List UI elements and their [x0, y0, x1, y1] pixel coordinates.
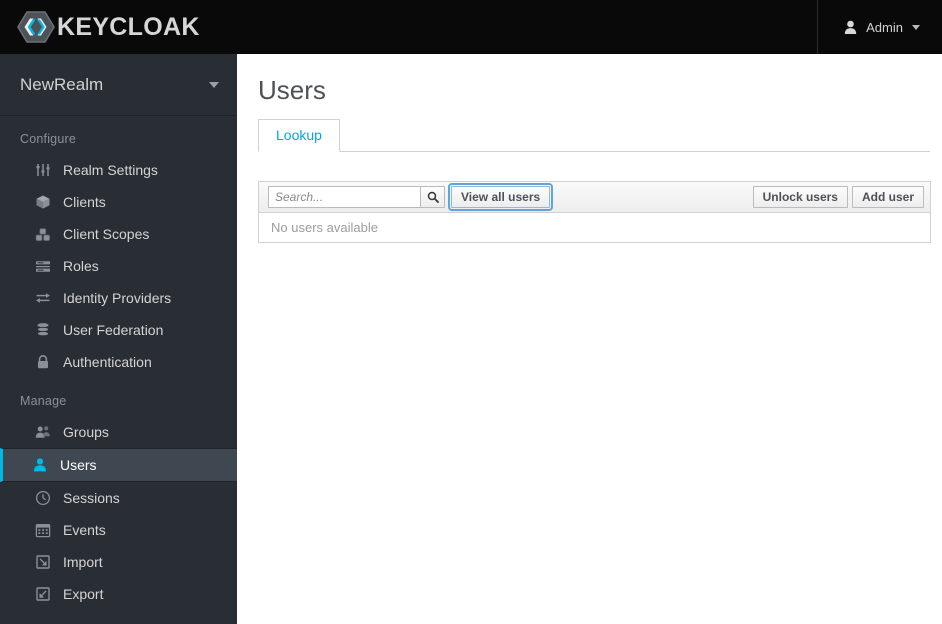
sidebar-item-client-scopes[interactable]: Client Scopes: [0, 218, 237, 250]
masthead: KEYCLOAK Admin: [0, 0, 942, 54]
sidebar-item-label: Identity Providers: [63, 290, 172, 306]
realm-selector[interactable]: NewRealm: [0, 54, 237, 116]
unlock-users-button[interactable]: Unlock users: [752, 185, 848, 208]
empty-state-message: No users available: [259, 212, 930, 242]
chevron-down-icon: [912, 24, 920, 30]
sidebar-item-users[interactable]: Users: [0, 448, 237, 482]
exchange-arrows-icon: [34, 290, 51, 307]
view-all-users-button[interactable]: View all users: [447, 182, 554, 211]
user-icon: [844, 20, 857, 34]
brand-text: KEYCLOAK: [57, 12, 200, 41]
list-rows-icon: [34, 258, 51, 275]
sidebar-item-roles[interactable]: Roles: [0, 250, 237, 282]
calendar-icon: [34, 522, 51, 539]
toolbar-right-group: Unlock users Add user: [752, 185, 924, 208]
arrow-out-of-box-icon: [34, 586, 51, 603]
realm-name: NewRealm: [20, 74, 104, 94]
sidebar-item-authentication[interactable]: Authentication: [0, 346, 237, 378]
sidebar-item-label: Groups: [63, 424, 109, 440]
sidebar-item-label: User Federation: [63, 322, 164, 338]
users-toolbar: View all users Unlock users Add user: [259, 181, 930, 213]
sidebar-item-events[interactable]: Events: [0, 514, 237, 546]
sidebar-item-user-federation[interactable]: User Federation: [0, 314, 237, 346]
sidebar-item-label: Import: [63, 554, 103, 570]
search-group: [268, 185, 445, 208]
search-input[interactable]: [268, 185, 420, 208]
users-panel: View all users Unlock users Add user No …: [258, 180, 931, 243]
page-title: Users: [258, 75, 326, 105]
tab-lookup[interactable]: Lookup: [258, 118, 340, 152]
cube-icon: [34, 194, 51, 211]
sliders-icon: [34, 162, 51, 179]
sidebar-item-label: Realm Settings: [63, 162, 158, 178]
brand-logo-link[interactable]: KEYCLOAK: [0, 0, 200, 54]
sidebar-item-label: Events: [63, 522, 106, 538]
user-menu-label: Admin: [866, 19, 903, 35]
main-content: Users Lookup View all users Unloc: [237, 54, 942, 624]
sidebar-item-sessions[interactable]: Sessions: [0, 482, 237, 514]
search-button[interactable]: [420, 185, 445, 208]
sidebar-item-import[interactable]: Import: [0, 546, 237, 578]
sidebar: NewRealm Configure Realm Settings Client…: [0, 54, 237, 624]
user-icon: [31, 457, 48, 474]
lock-icon: [34, 354, 51, 371]
clock-icon: [34, 490, 51, 507]
nav-section-title-configure: Configure: [20, 132, 76, 146]
sidebar-item-label: Authentication: [63, 354, 152, 370]
keycloak-hexagon-logo-icon: [17, 11, 55, 43]
database-icon: [34, 322, 51, 339]
sidebar-item-groups[interactable]: Groups: [0, 416, 237, 448]
add-user-button[interactable]: Add user: [851, 185, 924, 208]
sidebar-item-label: Users: [60, 457, 97, 473]
sidebar-item-label: Export: [63, 586, 104, 602]
sidebar-item-label: Sessions: [63, 490, 120, 506]
tab-bar: Lookup: [258, 118, 930, 152]
users-group-icon: [34, 424, 51, 441]
blocks-icon: [34, 226, 51, 243]
toolbar-left-group: View all users: [268, 182, 554, 211]
sidebar-item-clients[interactable]: Clients: [0, 186, 237, 218]
magnifier-icon: [427, 191, 439, 203]
arrow-into-box-icon: [34, 554, 51, 571]
nav-section-title-manage: Manage: [20, 394, 67, 408]
chevron-down-icon: [209, 81, 219, 88]
sidebar-item-export[interactable]: Export: [0, 578, 237, 610]
user-menu[interactable]: Admin: [817, 0, 942, 54]
sidebar-item-realm-settings[interactable]: Realm Settings: [0, 154, 237, 186]
sidebar-item-label: Clients: [63, 194, 106, 210]
sidebar-item-identity-providers[interactable]: Identity Providers: [0, 282, 237, 314]
sidebar-item-label: Client Scopes: [63, 226, 150, 242]
sidebar-item-label: Roles: [63, 258, 99, 274]
